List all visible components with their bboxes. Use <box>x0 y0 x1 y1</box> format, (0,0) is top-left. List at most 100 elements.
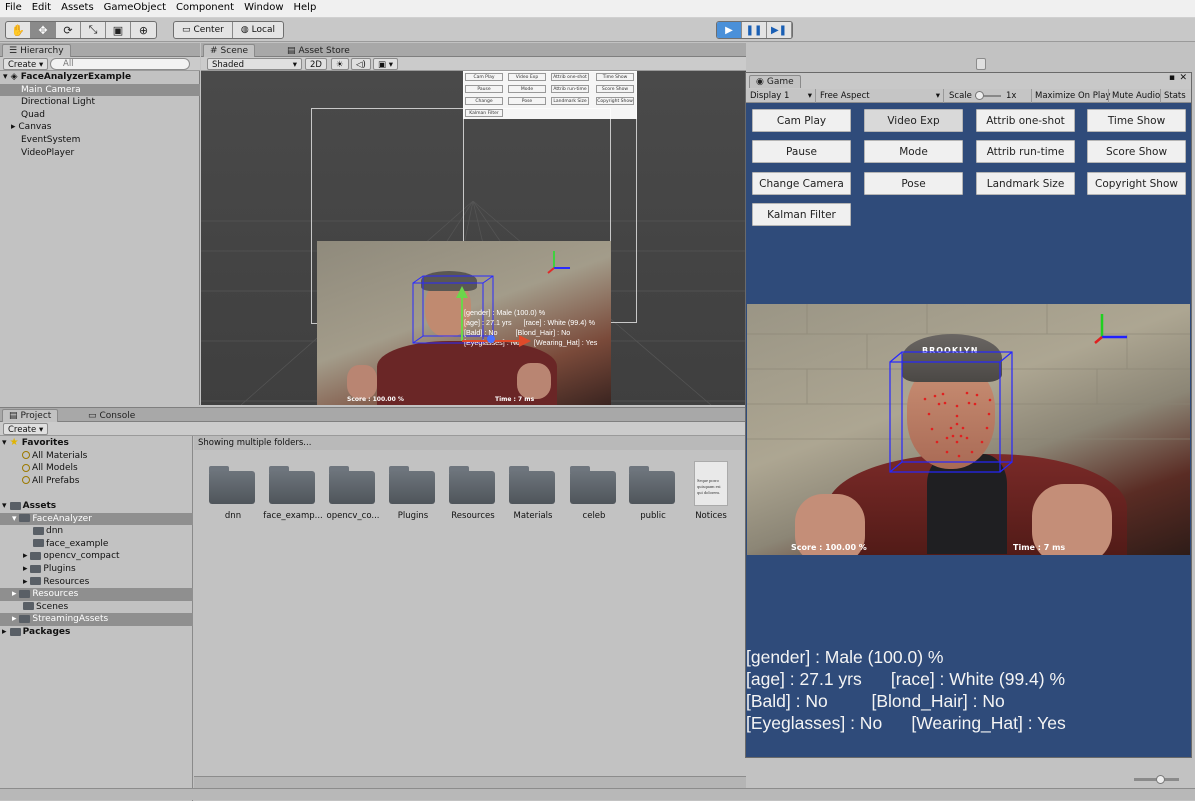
document-icon[interactable]: Seque porro quisquam est qui dolorem. <box>694 461 728 506</box>
hierarchy-item-videoplayer[interactable]: VideoPlayer <box>0 147 200 160</box>
folder-icon[interactable] <box>570 466 618 504</box>
tree-item-scenes[interactable]: Scenes <box>0 601 193 614</box>
mute-audio-toggle[interactable]: Mute Audio <box>1108 89 1163 103</box>
change-camera-button[interactable]: Change Camera <box>752 172 851 195</box>
cam-play-button[interactable]: Cam Play <box>752 109 851 132</box>
stats-toggle[interactable]: Stats <box>1160 89 1189 103</box>
icon-size-slider-thumb[interactable] <box>1156 775 1165 784</box>
tab-asset-store[interactable]: ▤ Asset Store <box>281 44 356 57</box>
attrib-run-time-button[interactable]: Attrib run-time <box>976 140 1075 163</box>
scale-slider-thumb[interactable] <box>975 91 984 100</box>
folder-icon[interactable] <box>449 466 497 504</box>
menu-help[interactable]: Help <box>289 0 322 13</box>
tab-project[interactable]: ▤ Project <box>2 409 59 422</box>
copyright-show-button[interactable]: Copyright Show <box>1087 172 1186 195</box>
face-bounding-box <box>889 351 1013 473</box>
tree-item-faceanalyzer[interactable]: ▾ FaceAnalyzer <box>0 512 193 526</box>
unity-scene-icon: ◈ <box>10 72 18 82</box>
mode-2d-button[interactable]: 2D <box>305 58 327 70</box>
packages-row[interactable]: ▸ Packages <box>0 626 193 639</box>
search-icon <box>22 451 30 460</box>
landmark-size-button[interactable]: Landmark Size <box>976 172 1075 195</box>
scale-tool-icon[interactable]: ⤡ <box>81 22 106 38</box>
shading-dropdown[interactable]: Shaded ▾ <box>207 58 302 70</box>
mode-button[interactable]: Mode <box>864 140 963 163</box>
folder-icon[interactable] <box>329 466 377 504</box>
attrib-one-shot-button[interactable]: Attrib one-shot <box>976 109 1075 132</box>
hand-shape <box>517 363 551 399</box>
tree-item-opencv[interactable]: ▸ opencv_compact <box>0 550 193 563</box>
tab-hierarchy[interactable]: ☰ Hierarchy <box>2 44 71 57</box>
globe-icon: ◍ <box>240 25 249 35</box>
menu-component[interactable]: Component <box>171 0 239 13</box>
hierarchy-item-directional-light[interactable]: Directional Light <box>0 96 200 109</box>
hierarchy-item-eventsystem[interactable]: EventSystem <box>0 134 200 147</box>
tree-item-resources[interactable]: ▸ Resources <box>0 576 193 589</box>
scene-root-row[interactable]: ▾ ◈ FaceAnalyzerExample <box>0 71 200 84</box>
kalman-filter-button[interactable]: Kalman Filter <box>752 203 851 226</box>
scene-viewport[interactable]: Cam Play Video Exp Attrib one-shot Time … <box>201 71 746 405</box>
video-exp-button[interactable]: Video Exp <box>864 109 963 132</box>
audio-toggle-icon[interactable]: ◁) <box>351 58 371 70</box>
display-dropdown[interactable]: Display 1 ▾ <box>750 89 816 103</box>
score-show-button[interactable]: Score Show <box>1087 140 1186 163</box>
tree-item-dnn[interactable]: dnn <box>0 525 193 538</box>
fav-item[interactable]: All Prefabs <box>0 475 193 488</box>
hand-tool-icon[interactable]: ✋ <box>6 22 31 38</box>
folder-icon[interactable] <box>209 466 257 504</box>
transform-tool-icon[interactable]: ⊕ <box>131 22 156 38</box>
tree-item-face-example[interactable]: face_example <box>0 538 193 551</box>
folder-icon[interactable] <box>629 466 677 504</box>
project-tabbar: ▤ Project ▭ Console <box>0 408 746 422</box>
light-gizmo-icon <box>547 251 570 274</box>
rotate-tool-icon[interactable]: ⟳ <box>56 22 81 38</box>
window-menu-icon[interactable]: ▪ <box>1169 73 1175 83</box>
hierarchy-item-canvas[interactable]: ▸ Canvas <box>0 121 200 134</box>
move-tool-icon[interactable]: ✥ <box>31 22 56 38</box>
pivot-local-button[interactable]: ◍ Local <box>233 22 283 38</box>
hierarchy-search-input[interactable]: All <box>50 58 190 70</box>
tree-item-streamingassets[interactable]: ▸ StreamingAssets <box>0 613 193 626</box>
menu-file[interactable]: File <box>0 0 27 13</box>
assets-row[interactable]: ▾ Assets <box>0 500 193 513</box>
menu-gameobject[interactable]: GameObject <box>99 0 171 13</box>
step-button-icon[interactable]: ▶❚ <box>767 22 792 38</box>
menu-edit[interactable]: Edit <box>27 0 56 13</box>
light-toggle-icon[interactable]: ☀ <box>331 58 349 70</box>
maximize-on-play-toggle[interactable]: Maximize On Play <box>1031 89 1113 103</box>
move-gizmo-icon[interactable] <box>431 271 551 361</box>
pose-button[interactable]: Pose <box>864 172 963 195</box>
folder-icon[interactable] <box>389 466 437 504</box>
rect-tool-icon[interactable]: ▣ <box>106 22 131 38</box>
project-create-dropdown[interactable]: Create ▾ <box>3 423 49 435</box>
effects-dropdown-icon[interactable]: ▣ ▾ <box>373 58 398 70</box>
pause-button-icon[interactable]: ❚❚ <box>742 22 767 38</box>
hierarchy-item-quad[interactable]: Quad <box>0 109 200 122</box>
folder-icon[interactable] <box>269 466 317 504</box>
project-subbar: Create ▾ <box>0 422 746 436</box>
favorites-label: Favorites <box>21 438 69 448</box>
tab-game[interactable]: ◉ Game <box>749 75 801 88</box>
tree-item-resources-root[interactable]: ▸ Resources <box>0 588 193 601</box>
play-button-icon[interactable]: ▶ <box>717 22 742 38</box>
tab-console[interactable]: ▭ Console <box>82 409 141 422</box>
hierarchy-create-dropdown[interactable]: Create ▾ <box>3 58 49 70</box>
menu-assets[interactable]: Assets <box>56 0 99 13</box>
time-show-button[interactable]: Time Show <box>1087 109 1186 132</box>
pivot-center-button[interactable]: ▭ Center <box>174 22 233 38</box>
aspect-dropdown[interactable]: Free Aspect ▾ <box>820 89 944 103</box>
fav-item[interactable]: All Materials <box>0 450 193 463</box>
mini-btn: Pose <box>508 97 546 105</box>
folder-icon[interactable] <box>509 466 557 504</box>
tab-scene[interactable]: # Scene <box>203 44 255 57</box>
fav-item[interactable]: All Models <box>0 462 193 475</box>
mode-2d-label: 2D <box>310 60 322 70</box>
favorites-row[interactable]: ▾ ★ Favorites <box>0 437 193 450</box>
tree-label: StreamingAssets <box>32 614 109 625</box>
close-icon[interactable]: ✕ <box>1179 73 1187 83</box>
tree-item-plugins[interactable]: ▸ Plugins <box>0 563 193 576</box>
menu-window[interactable]: Window <box>239 0 288 13</box>
tab-scene-label: Scene <box>220 46 248 56</box>
pause-button[interactable]: Pause <box>752 140 851 163</box>
hierarchy-item-main-camera[interactable]: Main Camera <box>0 83 200 97</box>
